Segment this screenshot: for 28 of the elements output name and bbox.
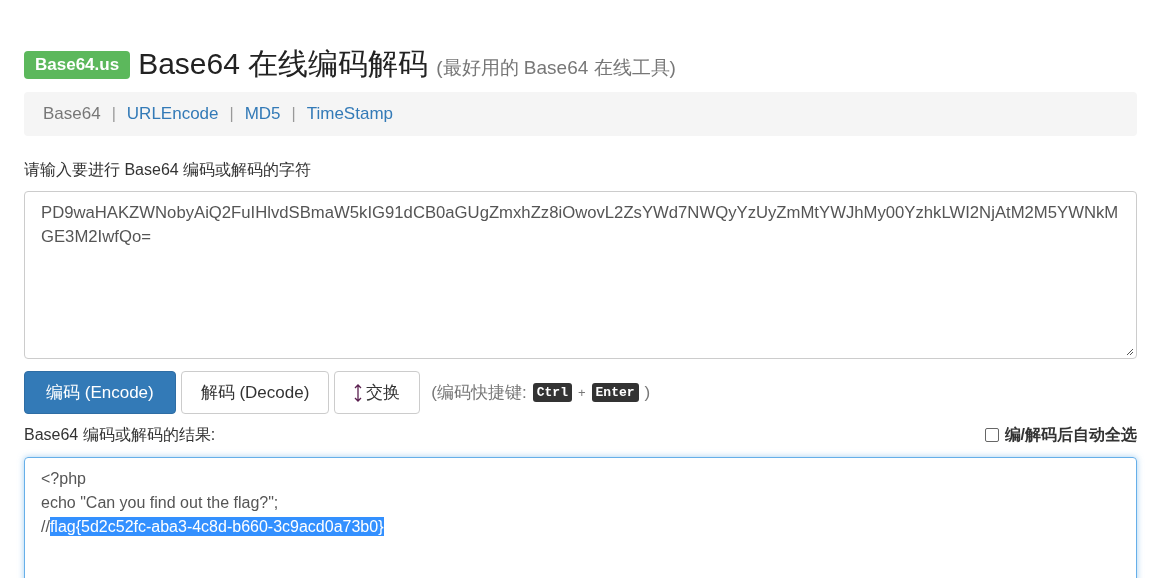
checkbox[interactable] (984, 428, 999, 442)
output-text: echo "Can you find out the flag?"; (41, 494, 279, 511)
output-text: <?php (41, 470, 86, 487)
output-text: // (41, 518, 50, 535)
decode-button[interactable]: 解码 (Decode) (180, 371, 330, 414)
closing-paren: ) (644, 382, 651, 403)
plus-sign: + (577, 385, 586, 400)
input-textarea[interactable]: PD9waHAKZWNobyAiQ2FuIHlvdSBmaW5kIG91dCB0aGUgZmxhZz8iOwovL2ZsYWd7NWQyYzUyZmMtYWJhMy00YzhkLWI2NjAtM2M5YWNkMGE3M2IwfQo= (24, 191, 1137, 359)
nav-link[interactable]: MD5 (244, 104, 281, 124)
page-subtitle: (最好用的 Base64 在线工具) (436, 56, 676, 80)
auto-select-label: 编/解码后自动全选 (1004, 424, 1137, 445)
keyboard-key: Ctrl (532, 383, 572, 402)
nav-link[interactable]: TimeStamp (306, 104, 393, 124)
encode-button[interactable]: 编码 (Encode) (24, 371, 176, 414)
swap-button[interactable]: 交换 (334, 371, 421, 414)
up-down-arrow-icon (354, 382, 363, 403)
separator: | (229, 105, 234, 123)
logo-badge[interactable]: Base64.us (24, 51, 131, 79)
nav-link[interactable]: URLEncode (126, 104, 219, 124)
separator: | (291, 105, 296, 123)
input-label: 请输入要进行 Base64 编码或解码的字符 (24, 160, 313, 180)
keyboard-key: Enter (591, 383, 639, 402)
separator: | (111, 105, 116, 123)
output-label: Base64 编码或解码的结果: (24, 424, 216, 445)
page-title: Base64 在线编码解码 (138, 46, 429, 82)
shortcut-hint: (编码快捷键: (431, 382, 527, 404)
resize-handle-icon[interactable] (1124, 346, 1134, 356)
nav-link[interactable]: Base64 (43, 104, 101, 124)
